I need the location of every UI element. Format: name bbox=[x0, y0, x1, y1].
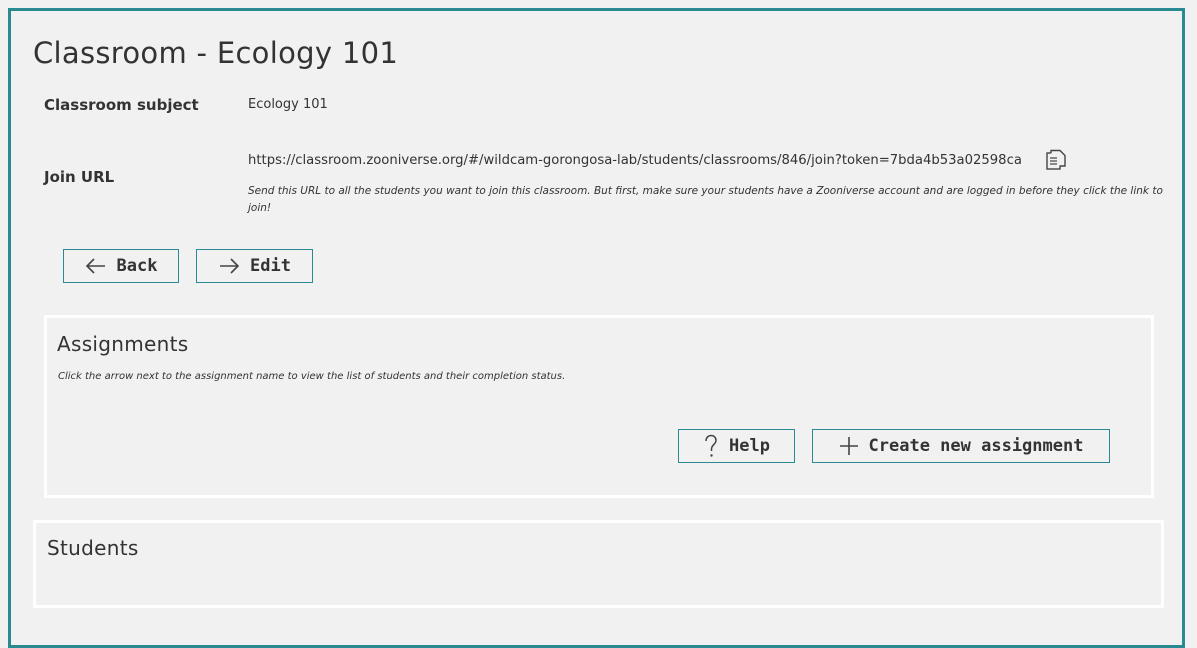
assignments-title: Assignments bbox=[57, 332, 189, 356]
plus-icon bbox=[839, 436, 859, 456]
join-url-note: Send this URL to all the students you wa… bbox=[248, 185, 1163, 214]
edit-label: Edit bbox=[250, 256, 291, 276]
arrow-left-icon bbox=[85, 258, 107, 274]
students-title: Students bbox=[47, 536, 139, 560]
arrow-right-icon bbox=[218, 258, 240, 274]
join-url-value[interactable]: https://classroom.zooniverse.org/#/wildc… bbox=[248, 153, 1022, 168]
students-panel bbox=[33, 520, 1164, 608]
help-label: Help bbox=[729, 436, 770, 456]
edit-button[interactable]: Edit bbox=[196, 249, 313, 283]
create-assignment-button[interactable]: Create new assignment bbox=[812, 429, 1110, 463]
back-label: Back bbox=[116, 256, 158, 276]
assignments-note: Click the arrow next to the assignment n… bbox=[58, 371, 566, 382]
back-button[interactable]: Back bbox=[63, 249, 179, 283]
copy-icon[interactable] bbox=[1045, 149, 1067, 171]
create-assignment-label: Create new assignment bbox=[868, 436, 1084, 456]
assignments-panel bbox=[44, 315, 1154, 498]
page-title: Classroom - Ecology 101 bbox=[33, 36, 399, 70]
subject-label: Classroom subject bbox=[44, 96, 199, 114]
join-url-label: Join URL bbox=[44, 168, 115, 186]
subject-value: Ecology 101 bbox=[248, 97, 328, 112]
question-icon bbox=[703, 434, 719, 458]
help-button[interactable]: Help bbox=[678, 429, 795, 463]
